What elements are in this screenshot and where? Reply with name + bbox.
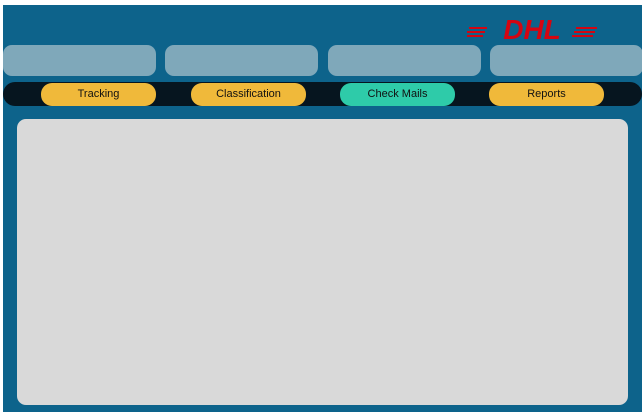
summary-tile [3, 45, 156, 76]
check-mails-button[interactable]: Check Mails [340, 83, 455, 106]
dhl-logo: DHL [467, 13, 599, 45]
dhl-logo-icon: DHL [467, 14, 597, 45]
svg-text:DHL: DHL [503, 14, 561, 45]
summary-tile [165, 45, 318, 76]
app-window: DHL Tracking Classification Check Mails … [3, 5, 642, 412]
reports-button[interactable]: Reports [489, 83, 604, 106]
classification-button[interactable]: Classification [191, 83, 306, 106]
content-panel [17, 119, 628, 405]
summary-tile [328, 45, 481, 76]
navigation-bar: Tracking Classification Check Mails Repo… [3, 82, 642, 106]
summary-tiles [3, 45, 642, 76]
summary-tile [490, 45, 642, 76]
tracking-button[interactable]: Tracking [41, 83, 156, 106]
